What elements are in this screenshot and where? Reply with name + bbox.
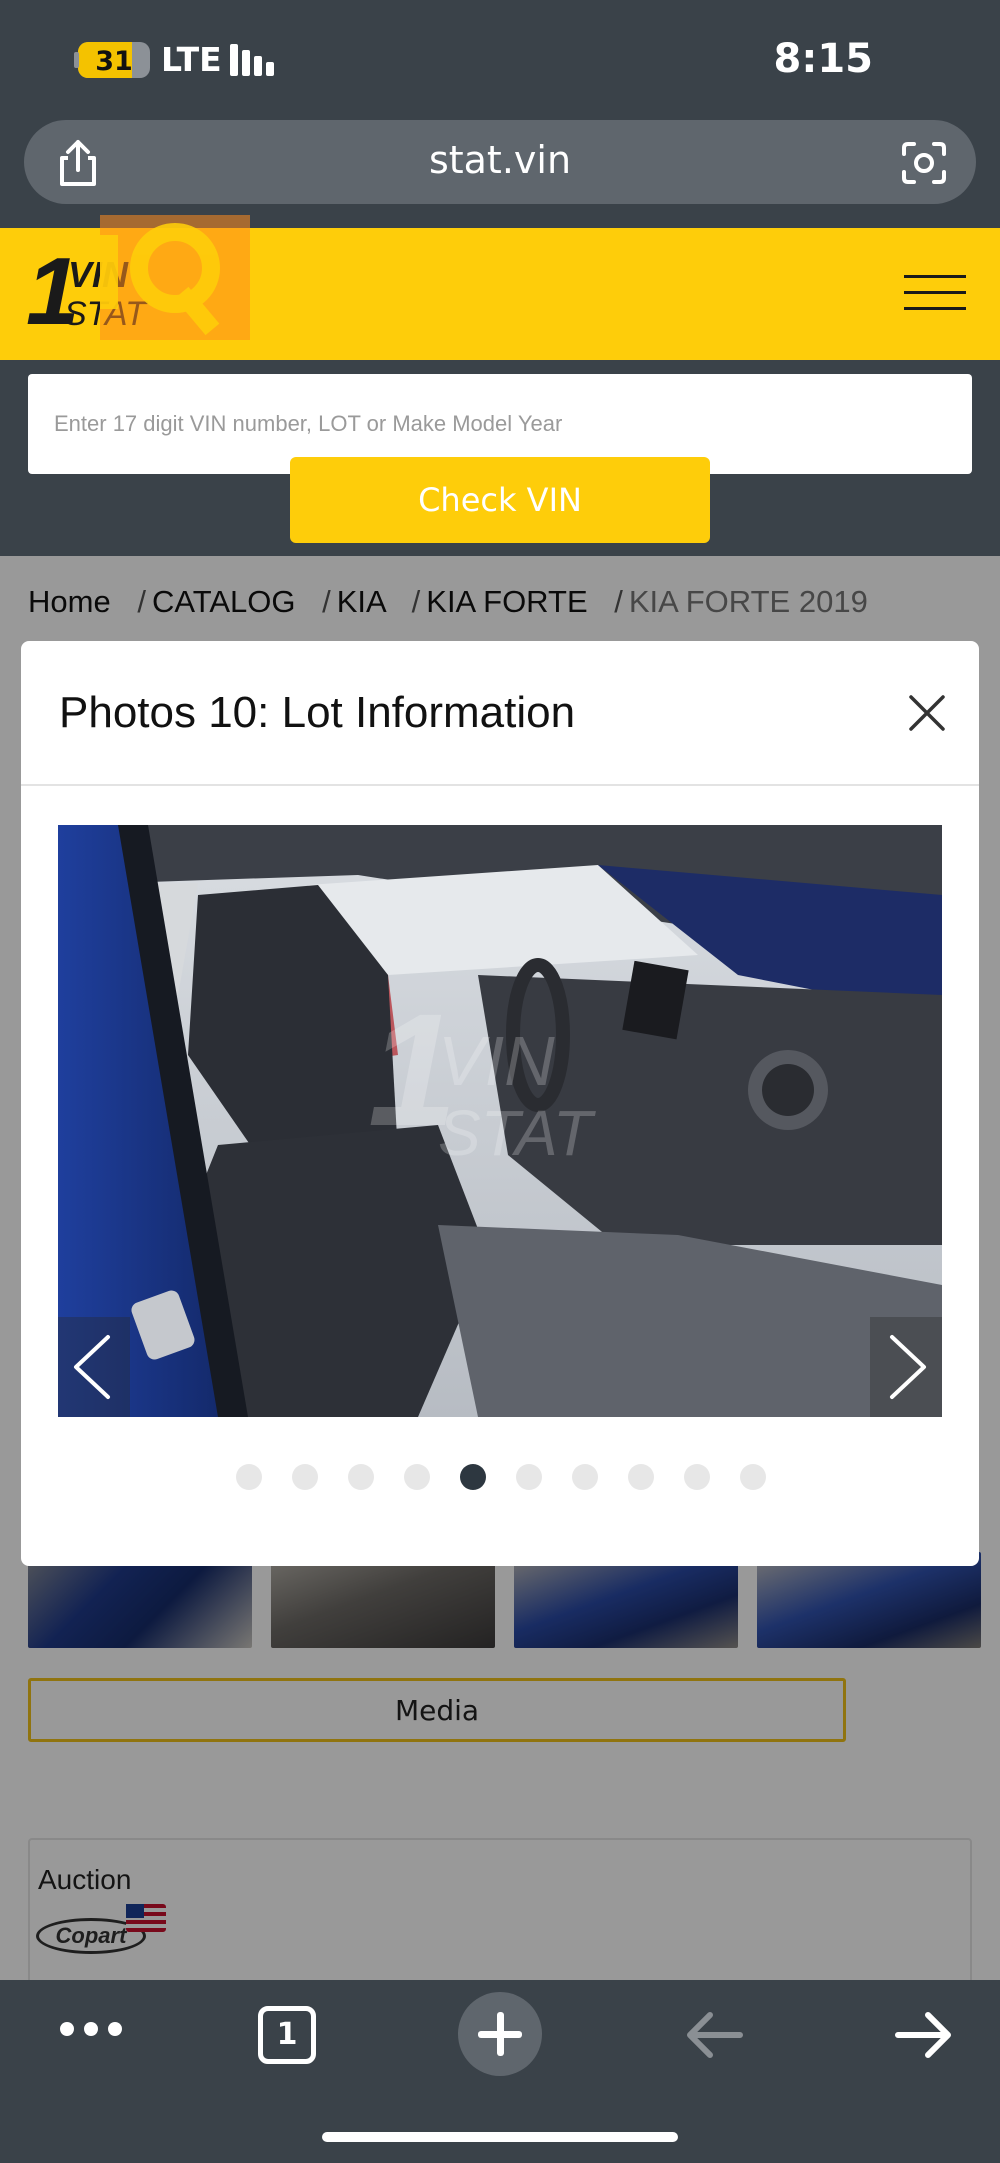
battery-icon: 31 <box>78 42 150 78</box>
pagination-dot[interactable] <box>516 1464 542 1490</box>
signal-icon <box>230 44 282 76</box>
svg-text:STAT: STAT <box>438 1097 596 1169</box>
arrow-left-icon[interactable] <box>684 2010 744 2060</box>
tabs-button[interactable]: 1 <box>258 2006 316 2064</box>
vin-search-section: Check VIN <box>0 360 1000 556</box>
photo-pagination <box>21 1464 979 1490</box>
pagination-dot[interactable] <box>684 1464 710 1490</box>
pagination-dot[interactable] <box>460 1464 486 1490</box>
pagination-dot[interactable] <box>628 1464 654 1490</box>
pagination-dot[interactable] <box>572 1464 598 1490</box>
chevron-right-icon <box>890 1335 926 1399</box>
visual-search-icon[interactable] <box>900 140 948 186</box>
more-icon[interactable] <box>60 2022 122 2042</box>
new-tab-button[interactable] <box>458 1992 542 2076</box>
check-vin-button[interactable]: Check VIN <box>290 457 710 543</box>
next-photo-button[interactable] <box>870 1317 942 1417</box>
clock: 8:15 <box>773 36 874 82</box>
svg-text:VIN: VIN <box>438 1022 555 1100</box>
photo-gallery-modal: Photos 10: Lot Information 1 VIN STAT <box>21 641 979 1566</box>
battery-level: 31 <box>95 46 133 77</box>
network-type: LTE <box>161 40 222 79</box>
close-button[interactable] <box>905 691 949 735</box>
modal-header: Photos 10: Lot Information <box>21 641 979 786</box>
browser-address-bar: stat.vin <box>0 120 1000 228</box>
pagination-dot[interactable] <box>404 1464 430 1490</box>
chevron-left-icon <box>74 1335 110 1399</box>
hamburger-menu-icon[interactable] <box>904 275 966 311</box>
pagination-dot[interactable] <box>348 1464 374 1490</box>
modal-title: Photos 10: Lot Information <box>59 688 576 737</box>
pagination-dot[interactable] <box>740 1464 766 1490</box>
home-indicator[interactable] <box>322 2132 678 2142</box>
car-interior-photo: 1 VIN STAT <box>58 825 942 1417</box>
gallery-photo[interactable]: 1 VIN STAT <box>58 825 942 1417</box>
url-text: stat.vin <box>428 138 572 182</box>
url-field[interactable]: stat.vin <box>24 120 976 204</box>
pagination-dot[interactable] <box>292 1464 318 1490</box>
iq-overlay-badge[interactable] <box>100 215 250 340</box>
status-bar: 31 LTE 8:15 <box>0 0 1000 120</box>
previous-photo-button[interactable] <box>58 1317 130 1417</box>
close-icon <box>909 695 945 731</box>
arrow-right-icon[interactable] <box>894 2010 954 2060</box>
pagination-dot[interactable] <box>236 1464 262 1490</box>
